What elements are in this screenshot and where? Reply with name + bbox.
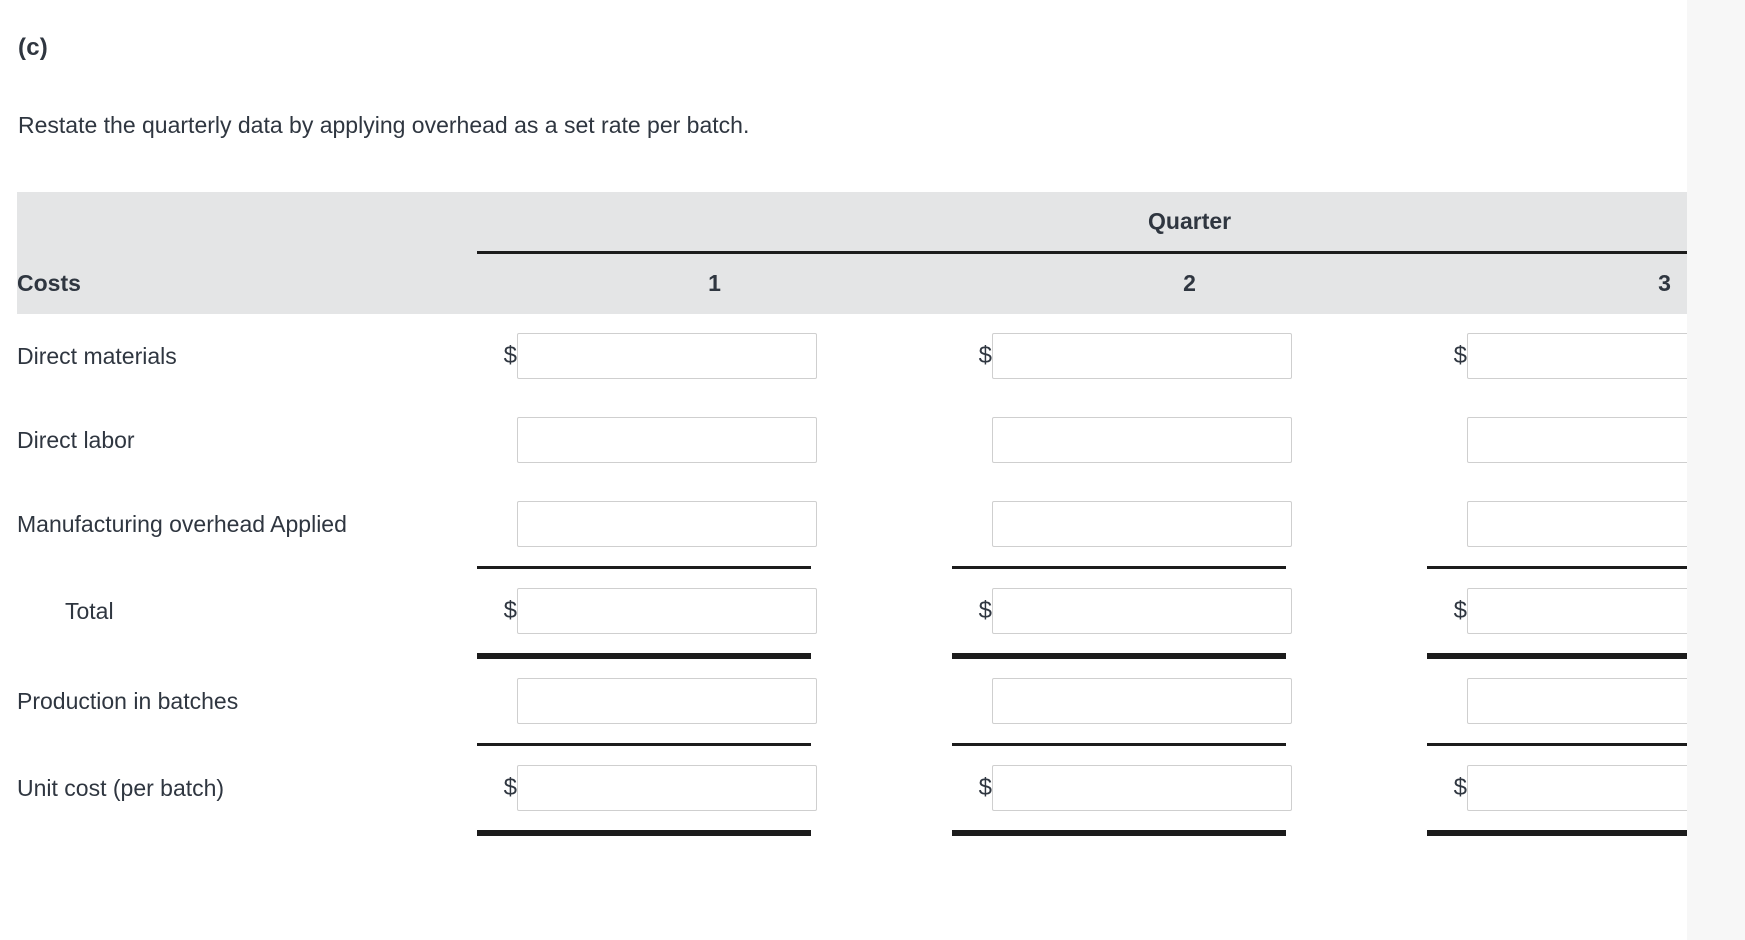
input-direct-materials-q2[interactable]: [992, 333, 1292, 379]
column-header-costs: Costs: [17, 252, 477, 314]
currency-placeholder: [1427, 482, 1467, 566]
currency-symbol-q2: $: [978, 597, 992, 624]
input-unit-cost-q2[interactable]: [992, 765, 1292, 811]
cell-gap: [857, 659, 952, 743]
currency-placeholder: [1427, 398, 1467, 482]
row-label-direct-materials: Direct materials: [17, 342, 177, 369]
input-production-batches-q1[interactable]: [517, 678, 817, 724]
currency-symbol-q1: $: [503, 774, 517, 801]
currency-symbol-q2: $: [978, 342, 992, 369]
cell-gap: [857, 398, 952, 482]
group-header-quarter: Quarter: [477, 192, 1745, 254]
rule-line-double: [952, 830, 1286, 836]
currency-placeholder: [952, 482, 992, 566]
group-header-corner: [17, 192, 477, 252]
currency-symbol-q3: $: [1453, 342, 1467, 369]
currency-symbol-q3: $: [1453, 774, 1467, 801]
input-manufacturing-overhead-q1[interactable]: [517, 501, 817, 547]
page-outer-gutter: [1687, 0, 1745, 940]
input-direct-labor-q2[interactable]: [992, 417, 1292, 463]
cell-gap: [1332, 746, 1427, 830]
currency-symbol-q1: $: [503, 342, 517, 369]
cell-direct-materials-q1: [517, 314, 857, 398]
currency-placeholder: [952, 659, 992, 743]
cell-gap: [857, 482, 952, 566]
input-production-batches-q2[interactable]: [992, 678, 1292, 724]
rule-quarter-2: [952, 830, 1427, 836]
cell-unit-cost-q2: [992, 746, 1332, 830]
input-total-q1[interactable]: [517, 588, 817, 634]
instruction-text: Restate the quarterly data by applying o…: [18, 112, 750, 138]
row-label-total: Total: [65, 597, 114, 624]
cell-direct-labor-q1: [517, 398, 857, 482]
cell-gap: [1332, 482, 1427, 566]
cell-gap: [857, 746, 952, 830]
row-label-production-in-batches: Production in batches: [17, 687, 239, 714]
input-manufacturing-overhead-q2[interactable]: [992, 501, 1292, 547]
table-column-header-row: Costs 1 2 3: [17, 252, 1745, 314]
row-label-direct-labor: Direct labor: [17, 426, 135, 453]
worksheet-page: (c) Restate the quarterly data by applyi…: [0, 0, 1745, 940]
input-unit-cost-q1[interactable]: [517, 765, 817, 811]
currency-placeholder: [1427, 659, 1467, 743]
part-label: (c): [18, 34, 48, 61]
cell-direct-materials-q2: [992, 314, 1332, 398]
cell-gap: [857, 569, 952, 653]
cell-production-batches-q1: [517, 659, 857, 743]
table-group-header-row: Quarter: [17, 192, 1745, 254]
cell-production-batches-q2: [992, 659, 1332, 743]
table-row: Manufacturing overhead Applied: [17, 482, 1745, 566]
column-header-quarter-1: 1: [477, 252, 952, 314]
rule-spacer: [17, 830, 477, 836]
rule-quarter-1: [477, 830, 952, 836]
input-direct-labor-q1[interactable]: [517, 417, 817, 463]
row-label-unit-cost-per-batch: Unit cost (per batch): [17, 774, 225, 801]
currency-symbol-q3: $: [1453, 597, 1467, 624]
table-row: Unit cost (per batch) $ $ $: [17, 746, 1745, 830]
table-row: Direct labor: [17, 398, 1745, 482]
cell-gap: [1332, 398, 1427, 482]
cell-direct-labor-q2: [992, 398, 1332, 482]
unit-cost-double-rule-row: [17, 830, 1745, 836]
table-row: Total $ $ $: [17, 569, 1745, 653]
currency-symbol-q1: $: [503, 597, 517, 624]
row-label-manufacturing-overhead-applied: Manufacturing overhead Applied: [17, 510, 347, 537]
rule-line-double: [477, 830, 811, 836]
cell-total-q2: [992, 569, 1332, 653]
cell-gap: [857, 314, 952, 398]
cell-gap: [1332, 569, 1427, 653]
cell-unit-cost-q1: [517, 746, 857, 830]
currency-symbol-q2: $: [978, 774, 992, 801]
currency-placeholder: [477, 398, 517, 482]
quarterly-cost-table: Quarter Costs 1 2 3 Direct materials $ $…: [17, 192, 1745, 836]
currency-placeholder: [952, 398, 992, 482]
table-row: Direct materials $ $ $: [17, 314, 1745, 398]
cell-gap: [1332, 659, 1427, 743]
currency-placeholder: [477, 659, 517, 743]
cost-table-container: Quarter Costs 1 2 3 Direct materials $ $…: [17, 192, 1745, 836]
cell-manufacturing-overhead-q1: [517, 482, 857, 566]
input-direct-materials-q1[interactable]: [517, 333, 817, 379]
cell-manufacturing-overhead-q2: [992, 482, 1332, 566]
cell-total-q1: [517, 569, 857, 653]
input-total-q2[interactable]: [992, 588, 1292, 634]
column-header-quarter-2: 2: [952, 252, 1427, 314]
table-row: Production in batches: [17, 659, 1745, 743]
cell-gap: [1332, 314, 1427, 398]
currency-placeholder: [477, 482, 517, 566]
